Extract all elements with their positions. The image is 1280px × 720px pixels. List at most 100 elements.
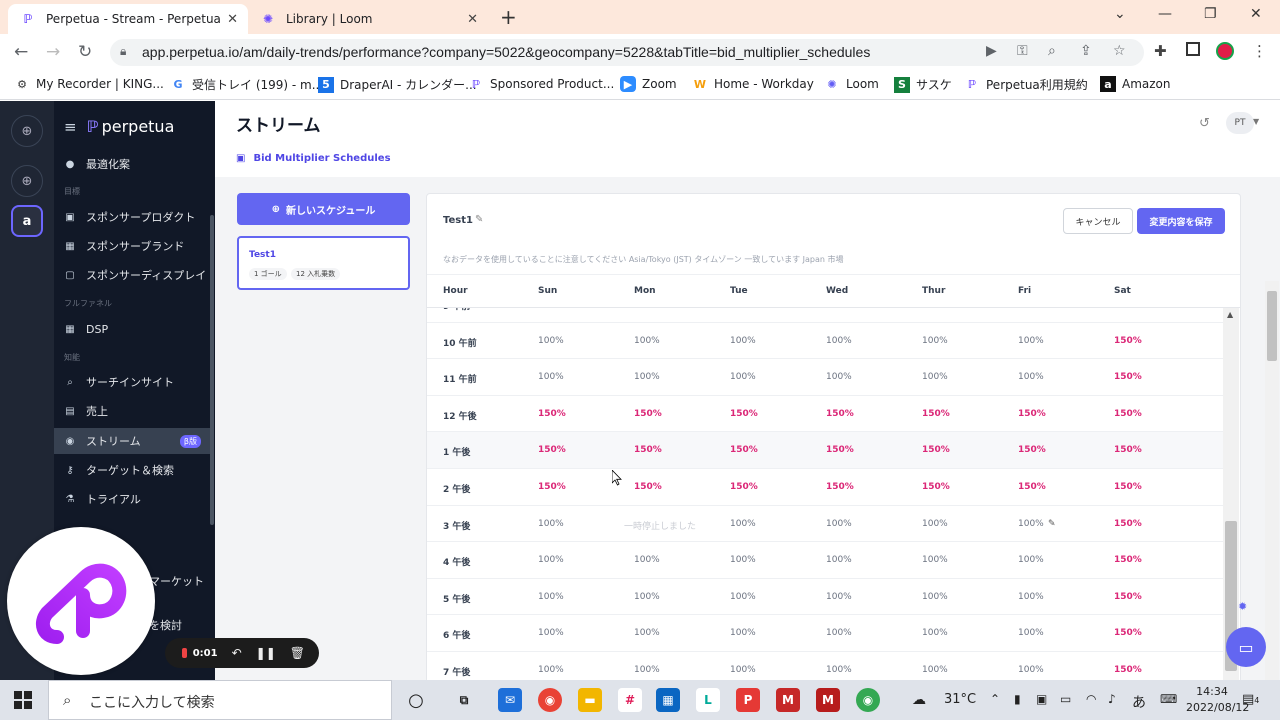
multiplier-cell[interactable]: 150% bbox=[1114, 628, 1142, 638]
cortana-icon[interactable]: ○ bbox=[404, 688, 428, 712]
multiplier-cell[interactable]: 100% bbox=[538, 555, 564, 565]
new-tab-icon[interactable]: + bbox=[500, 5, 517, 29]
multiplier-cell[interactable]: 100% bbox=[1018, 555, 1044, 565]
sidebar-item-optimization[interactable]: ● 最適化案 bbox=[54, 151, 211, 177]
amazon-account-button[interactable]: a bbox=[11, 205, 43, 237]
multiplier-cell[interactable]: 150% bbox=[1018, 445, 1046, 455]
multiplier-cell[interactable]: 150% bbox=[922, 482, 950, 492]
tab-loom[interactable]: ✺ Library | Loom ✕ bbox=[248, 4, 488, 34]
address-bar[interactable]: 🔒︎ app.perpetua.io/am/daily-trends/perfo… bbox=[110, 39, 1144, 66]
minimize-icon[interactable]: — bbox=[1158, 6, 1172, 22]
bookmark-star-icon[interactable]: ☆ bbox=[1113, 43, 1126, 59]
multiplier-cell[interactable]: 100% bbox=[730, 372, 756, 382]
multiplier-cell[interactable]: 150% bbox=[826, 482, 854, 492]
reload-icon[interactable]: ↻ bbox=[78, 42, 92, 62]
multiplier-cell[interactable]: 100% bbox=[826, 372, 852, 382]
multiplier-cell[interactable]: 150% bbox=[730, 409, 758, 419]
sidebar-item-dsp[interactable]: ▦ DSP bbox=[54, 316, 211, 342]
cancel-button[interactable]: キャンセル bbox=[1063, 208, 1133, 234]
multiplier-cell[interactable]: 100% bbox=[922, 519, 948, 529]
multiplier-cell[interactable]: 100% bbox=[538, 336, 564, 346]
store-icon[interactable]: ▦ bbox=[656, 688, 680, 712]
sidebar-item-sponsored-products[interactable]: ▣ スポンサープロダクト bbox=[54, 204, 211, 230]
multiplier-cell[interactable]: 100% bbox=[634, 592, 660, 602]
globe-icon[interactable]: ⊕ bbox=[11, 115, 43, 147]
multiplier-cell[interactable]: 100% bbox=[826, 336, 852, 346]
pencil-icon[interactable]: ✎ bbox=[1048, 519, 1056, 529]
multiplier-cell[interactable]: 100% bbox=[826, 308, 852, 309]
sidebar-item-search-insights[interactable]: ⌕ サーチインサイト bbox=[54, 369, 211, 395]
ime-indicator[interactable]: あ bbox=[1132, 692, 1146, 712]
multiplier-cell[interactable]: 一時停止しました bbox=[624, 519, 696, 532]
mail-icon[interactable]: ✉ bbox=[498, 688, 522, 712]
multiplier-cell[interactable]: 100% bbox=[826, 555, 852, 565]
trash-icon[interactable]: 🗑︎ bbox=[290, 646, 305, 660]
save-button[interactable]: 変更内容を保存 bbox=[1137, 208, 1225, 234]
multiplier-cell[interactable]: 100% bbox=[538, 519, 564, 529]
bookmark-item[interactable]: S サスケ bbox=[894, 76, 952, 93]
camera-icon[interactable]: ▶ bbox=[986, 43, 997, 59]
bookmark-item[interactable]: ⚙ My Recorder | KING... bbox=[14, 76, 164, 92]
multiplier-cell[interactable]: 150% bbox=[538, 482, 566, 492]
multiplier-cell[interactable]: 150% bbox=[730, 482, 758, 492]
multiplier-cell[interactable]: 100% bbox=[826, 519, 852, 529]
sidebar-item-trial[interactable]: ⚗ トライアル bbox=[54, 486, 211, 512]
slack-icon[interactable]: # bbox=[618, 688, 642, 712]
share-icon[interactable]: ⇪ bbox=[1080, 43, 1092, 59]
weather-temp[interactable]: 31°C bbox=[944, 692, 976, 707]
multiplier-cell[interactable]: 100% bbox=[538, 308, 564, 309]
zoom-icon[interactable]: ⌕ bbox=[1048, 43, 1056, 59]
extensions-icon[interactable]: ✚ bbox=[1154, 42, 1167, 60]
keyboard-icon[interactable]: ⌨ bbox=[1160, 692, 1177, 706]
multiplier-cell[interactable]: 100% bbox=[538, 372, 564, 382]
multiplier-cell[interactable]: 150% bbox=[634, 482, 662, 492]
multiplier-cell[interactable]: 100% bbox=[1018, 372, 1044, 382]
multiplier-cell[interactable]: 100% bbox=[730, 555, 756, 565]
multiplier-cell[interactable]: 150% bbox=[826, 445, 854, 455]
mcafee2-icon[interactable]: M bbox=[816, 688, 840, 712]
multiplier-cell[interactable]: 100% bbox=[538, 592, 564, 602]
multiplier-cell[interactable]: 100% bbox=[730, 592, 756, 602]
sidebar-item-targets[interactable]: ⚷ ターゲット＆検索 bbox=[54, 457, 211, 483]
multiplier-cell[interactable]: 100% bbox=[922, 665, 948, 675]
multiplier-cell[interactable]: 100% bbox=[538, 628, 564, 638]
bookmark-item[interactable]: ▶ Zoom bbox=[620, 76, 677, 92]
bookmark-item[interactable]: W Home - Workday bbox=[692, 76, 814, 92]
multiplier-cell[interactable]: 150% bbox=[1114, 482, 1142, 492]
multiplier-cell[interactable]: 100% bbox=[922, 628, 948, 638]
mic-icon[interactable]: ▮ bbox=[1014, 692, 1021, 706]
multiplier-cell[interactable]: 100% bbox=[1018, 308, 1044, 309]
multiplier-cell[interactable]: 100% bbox=[826, 665, 852, 675]
mcafee-icon[interactable]: M bbox=[776, 688, 800, 712]
tab-perpetua[interactable]: ℙ Perpetua - Stream - Perpetua ✕ bbox=[8, 4, 248, 34]
chat-support-button[interactable]: ▭ bbox=[1226, 627, 1266, 667]
page-scroll-thumb[interactable] bbox=[1267, 291, 1277, 361]
battery-icon[interactable]: ▭ bbox=[1060, 692, 1071, 706]
multiplier-cell[interactable]: 100% bbox=[1018, 592, 1044, 602]
stop-recording-button[interactable] bbox=[182, 648, 187, 658]
loom-camera-bubble[interactable] bbox=[7, 527, 155, 675]
multiplier-cell[interactable]: 100% bbox=[730, 519, 756, 529]
clock[interactable]: 14:34 2022/08/12 bbox=[1186, 684, 1249, 716]
more-menu-icon[interactable]: ⋮ bbox=[1252, 42, 1267, 60]
close-window-icon[interactable]: ✕ bbox=[1250, 6, 1262, 22]
sidepanel-icon[interactable] bbox=[1186, 42, 1200, 56]
multiplier-cell[interactable]: 100% bbox=[730, 628, 756, 638]
multiplier-cell[interactable]: 150% bbox=[1114, 555, 1142, 565]
bookmark-item[interactable]: ℙ Sponsored Product... bbox=[468, 76, 614, 92]
multiplier-cell[interactable]: 150% bbox=[1114, 372, 1142, 382]
multiplier-cell[interactable]: 100% bbox=[634, 308, 660, 309]
multiplier-cell[interactable]: 150% bbox=[1114, 336, 1142, 346]
multiplier-cell[interactable]: 150% bbox=[634, 409, 662, 419]
multiplier-cell[interactable]: 100% bbox=[1018, 628, 1044, 638]
multiplier-cell[interactable]: 150% bbox=[922, 409, 950, 419]
multiplier-cell[interactable]: 100% bbox=[922, 308, 948, 309]
multiplier-cell[interactable]: 150% bbox=[1114, 409, 1142, 419]
multiplier-cell[interactable]: 150% bbox=[1114, 445, 1142, 455]
bookmark-item[interactable]: a Amazon bbox=[1100, 76, 1171, 92]
key-icon[interactable]: ⚿ bbox=[1017, 43, 1028, 59]
wifi-icon[interactable]: ◠ bbox=[1086, 692, 1096, 706]
undo-icon[interactable]: ↶ bbox=[232, 646, 242, 660]
settings-gear-icon[interactable]: ✹ bbox=[1238, 600, 1247, 613]
multiplier-cell[interactable]: 150% bbox=[1018, 482, 1046, 492]
